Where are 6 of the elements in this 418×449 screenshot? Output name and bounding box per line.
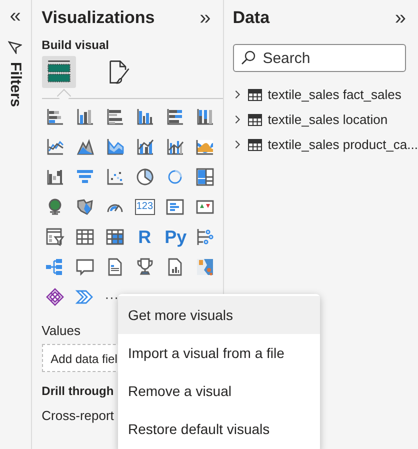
- pane-title: Visualizations: [42, 8, 155, 28]
- pane-title: Data: [232, 8, 270, 28]
- cross-report-label: Cross-report: [42, 408, 114, 423]
- values-label: Values: [42, 323, 80, 338]
- drill-through-label: Drill through: [42, 384, 114, 398]
- section-label: Build visual: [42, 38, 110, 52]
